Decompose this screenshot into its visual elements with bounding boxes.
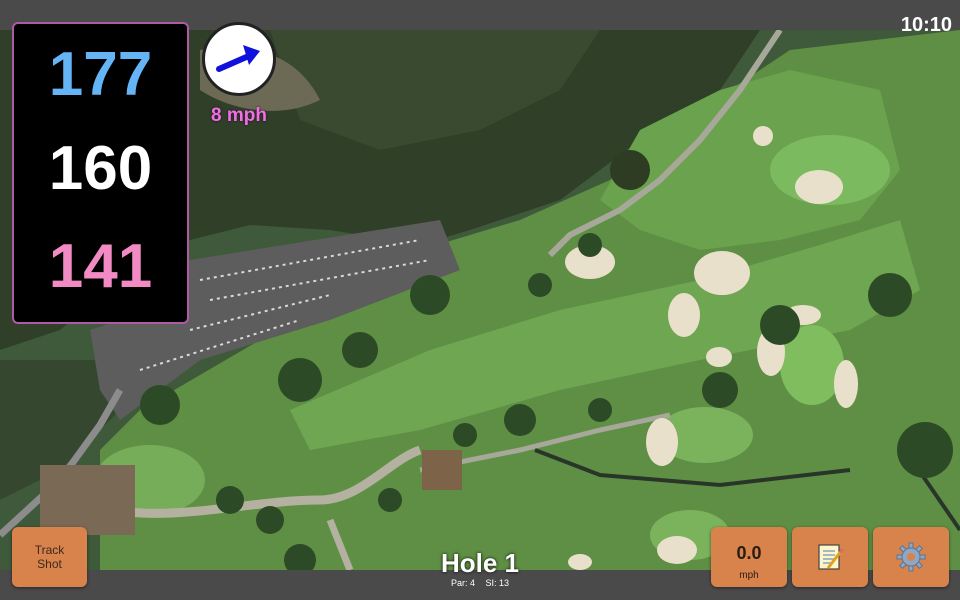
notepad-icon xyxy=(818,544,844,570)
wind-dial xyxy=(202,22,276,96)
clock: 10:10 xyxy=(900,14,952,36)
hole-title: Hole 1 xyxy=(440,548,520,578)
hole-info: Hole 1 Par: 4 SI: 13 xyxy=(380,548,580,588)
wind-speed: 8 mph xyxy=(211,105,267,126)
notes-button[interactable] xyxy=(792,527,868,587)
hole-meta: Par: 4 SI: 13 xyxy=(380,578,580,588)
track-shot-label-line2: Shot xyxy=(37,557,62,571)
settings-button[interactable] xyxy=(873,527,949,587)
track-shot-button[interactable]: Track Shot xyxy=(12,527,87,587)
distance-panel: 177 160 141 xyxy=(12,22,189,324)
speed-value: 0.0 xyxy=(736,543,762,563)
track-shot-label-line1: Track xyxy=(34,543,65,557)
wind-arrow-icon xyxy=(216,45,260,72)
speed-button[interactable]: 0.0 mph xyxy=(711,527,787,587)
distance-back: 177 xyxy=(48,40,153,109)
speed-unit: mph xyxy=(739,570,759,581)
hole-par: Par: 4 xyxy=(450,578,475,588)
gear-icon xyxy=(896,542,926,572)
distance-center: 160 xyxy=(48,134,153,203)
distance-front: 141 xyxy=(48,232,153,301)
hole-stroke-index: SI: 13 xyxy=(485,578,510,588)
